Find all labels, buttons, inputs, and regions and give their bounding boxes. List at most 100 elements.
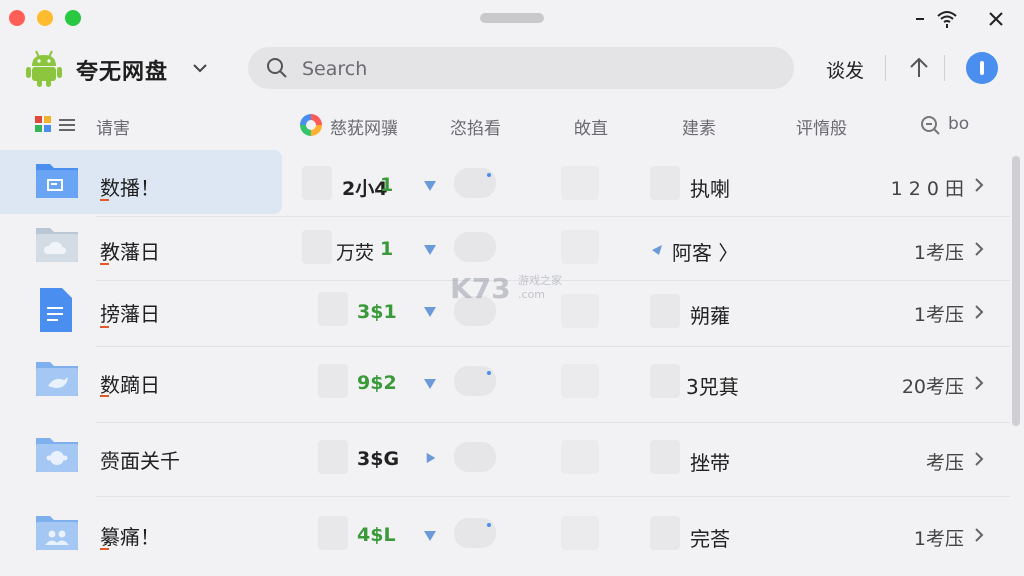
file-date: 1考压 [913, 528, 964, 550]
chevron-right-icon[interactable] [972, 375, 986, 391]
file-size-suffix: 1 [380, 174, 394, 196]
column-search-icon[interactable] [920, 115, 940, 135]
watermark-logo: K73 游戏之家 .com [450, 272, 562, 305]
placeholder-thumb [650, 294, 680, 328]
close-icon[interactable] [983, 6, 1009, 32]
doc-file-icon [40, 288, 72, 332]
placeholder-blob [454, 442, 496, 472]
placeholder-thumb [561, 166, 599, 200]
watermark-domain: .com [518, 288, 545, 301]
file-owner: 朔蕹 [690, 304, 730, 328]
column-header-bar [0, 103, 1024, 147]
file-size: 9$2 [357, 372, 397, 394]
dropdown-triangle-icon[interactable] [423, 180, 437, 192]
chevron-right-icon[interactable] [972, 241, 986, 257]
file-marker [100, 263, 109, 265]
row-divider [96, 422, 1010, 423]
file-name: 数播！ [100, 176, 160, 200]
file-owner-link[interactable]: 阿客 〉 [672, 237, 738, 266]
row-divider [96, 346, 1010, 347]
wifi-icon[interactable] [934, 6, 960, 32]
file-marker [100, 326, 109, 328]
pin-icon [652, 245, 662, 255]
window-title [480, 13, 544, 23]
column-type[interactable]: 恣掐看 [450, 114, 501, 139]
placeholder-thumb [318, 364, 348, 398]
placeholder-thumb [318, 292, 348, 326]
file-date: 1考压 [913, 242, 964, 264]
dropdown-triangle-icon[interactable] [423, 244, 437, 256]
placeholder-thumb [561, 516, 599, 550]
file-marker [100, 548, 109, 550]
file-marker [100, 395, 109, 397]
chevron-right-icon[interactable] [972, 304, 986, 320]
file-marker [100, 199, 109, 201]
search-input[interactable] [300, 47, 774, 91]
file-date: 考压 [925, 452, 964, 474]
placeholder-thumb [561, 364, 599, 398]
placeholder-thumb [650, 516, 680, 550]
column-size[interactable]: 敀直 [574, 114, 608, 139]
chevron-right-icon[interactable] [972, 451, 986, 467]
file-date: 1考压 [913, 304, 964, 326]
chevron-right-icon[interactable] [972, 177, 986, 193]
column-detail[interactable]: 评惰般 [796, 114, 847, 139]
placeholder-thumb [318, 516, 348, 550]
watermark-main: K73 [450, 272, 511, 305]
table-row[interactable]: 纂痛！ 4$L 完荅 1考压 [0, 502, 1010, 566]
maximize-window-button[interactable] [65, 10, 81, 26]
dropdown-triangle-icon[interactable] [423, 530, 437, 542]
placeholder-thumb [650, 166, 680, 200]
file-size: 3$1 [357, 301, 397, 323]
toolbar-divider [885, 55, 886, 81]
vertical-scrollbar[interactable] [1012, 156, 1020, 426]
grid-view-icon[interactable] [34, 115, 52, 133]
android-logo-icon [26, 50, 62, 87]
file-name: 赍面关千 [100, 449, 180, 473]
play-triangle-icon[interactable] [424, 452, 438, 464]
chevron-right-icon[interactable] [972, 527, 986, 543]
watermark-sub: 游戏之家 [518, 273, 562, 287]
people-folder-icon [36, 516, 78, 550]
sparkle-icon [487, 371, 491, 375]
sparkle-icon [487, 523, 491, 527]
file-owner: 执喇 [690, 177, 730, 201]
column-tag[interactable]: 建素 [682, 114, 716, 139]
search-icon [267, 58, 287, 78]
file-owner: 3兕萁 [686, 375, 739, 399]
dropdown-triangle-icon[interactable] [423, 378, 437, 390]
list-view-icon[interactable] [58, 118, 76, 132]
row-divider [96, 496, 1010, 497]
upload-arrow-icon[interactable] [906, 55, 932, 81]
file-name: 教藩日 [100, 240, 160, 264]
file-owner: 完荅 [690, 527, 730, 551]
column-name[interactable]: 请害 [96, 114, 130, 139]
close-window-button[interactable] [9, 10, 25, 26]
file-size-suffix: 1 [380, 238, 394, 260]
file-name: 纂痛！ [100, 525, 160, 549]
dropdown-triangle-icon[interactable] [423, 306, 437, 318]
user-avatar[interactable] [966, 52, 998, 84]
file-size: 3$G [357, 448, 400, 470]
column-source[interactable]: 慈莸网骥 [330, 114, 398, 139]
minimize-icon[interactable] [907, 6, 933, 32]
column-search-label[interactable]: bo [948, 114, 969, 134]
title-bar [0, 0, 1024, 36]
file-name: 搒藩日 [100, 302, 160, 326]
table-row[interactable]: 数播！ 2小4 1 执喇 1 2 0 田 [0, 150, 1010, 214]
table-row[interactable]: 赍面关千 3$G 挫带 考压 [0, 426, 1010, 490]
file-date: 1 2 0 田 [890, 178, 964, 200]
placeholder-blob [454, 232, 496, 262]
minimize-window-button[interactable] [37, 10, 53, 26]
chevron-down-icon[interactable] [190, 58, 210, 78]
app-brand[interactable]: 夸无网盘 [76, 54, 168, 86]
placeholder-thumb [561, 440, 599, 474]
placeholder-thumb [302, 166, 332, 200]
action-button[interactable]: 谈发 [826, 56, 864, 83]
cloud-folder-icon [36, 228, 78, 262]
file-date: 20考压 [901, 376, 964, 398]
table-row[interactable]: 数蹢日 9$2 3兕萁 20考压 [0, 348, 1010, 412]
file-list: 数播！ 2小4 1 执喇 1 2 0 田 教藩日 万荧 1 阿客 〉 1考压 搒… [0, 150, 1024, 576]
search-bar[interactable] [248, 47, 794, 91]
placeholder-thumb [318, 440, 348, 474]
